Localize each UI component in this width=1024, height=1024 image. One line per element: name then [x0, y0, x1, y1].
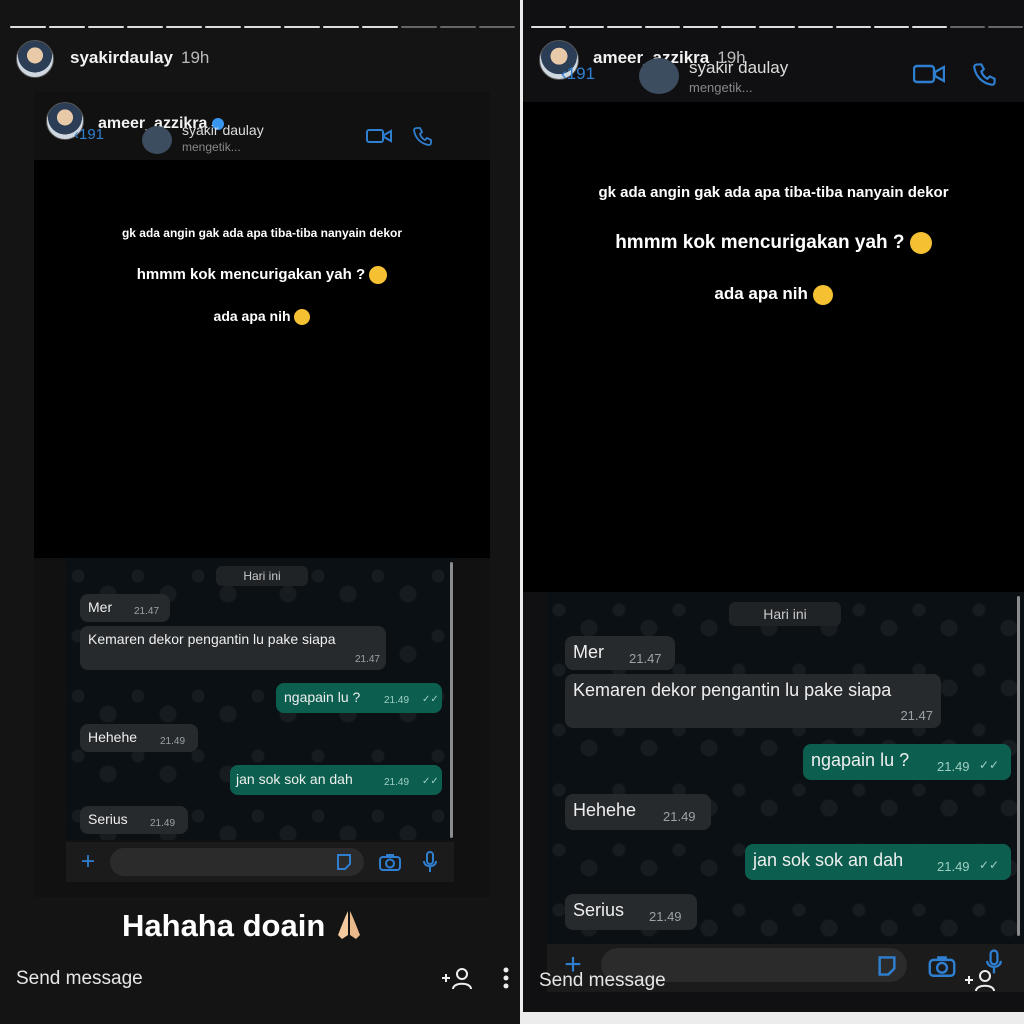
- story-progress-bar: [10, 26, 516, 28]
- message-time: 21.49: [937, 759, 970, 774]
- message-time: 21.49: [150, 818, 176, 829]
- sticker-icon: [875, 954, 899, 978]
- right-story-panel: ameer_azzikra 19h ‹191 syakir daulay meng…: [523, 0, 1024, 1012]
- message-bubble-incoming: Serius 21.49: [565, 894, 697, 930]
- message-time: 21.47: [354, 654, 380, 665]
- scrollbar: [1017, 596, 1020, 936]
- typing-status: mengetik...: [689, 80, 753, 95]
- message-text: Serius: [88, 811, 128, 827]
- phone-icon: [971, 60, 999, 88]
- story-username-text: syakirdaulay: [70, 48, 174, 67]
- video-call-icon: [913, 62, 945, 86]
- phone-icon: [412, 125, 434, 147]
- overlay-line-1: gk ada angin gak ada apa tiba-tiba nanya…: [121, 226, 403, 240]
- overlay-line-1: gk ada angin gak ada apa tiba-tiba nanya…: [598, 184, 949, 201]
- add-person-icon[interactable]: [440, 964, 474, 992]
- text-overlay: gk ada angin gak ada apa tiba-tiba nanya…: [523, 102, 1024, 592]
- message-text: Hehehe: [573, 800, 637, 820]
- double-check-icon: ✓✓: [422, 776, 439, 787]
- message-time: 21.49: [649, 909, 682, 924]
- text-overlay: gk ada angin gak ada apa tiba-tiba nanya…: [34, 160, 490, 558]
- message-text: Mer: [88, 599, 113, 615]
- mic-icon: [420, 850, 440, 874]
- message-time: 21.47: [629, 651, 662, 666]
- avatar[interactable]: [16, 40, 54, 78]
- message-text: ngapain lu ?: [284, 689, 361, 705]
- date-chip: Hari ini: [729, 602, 841, 626]
- back-count: 191: [566, 64, 596, 83]
- message-input: [110, 848, 364, 876]
- double-check-icon: ✓✓: [979, 858, 1000, 872]
- add-person-icon[interactable]: [963, 966, 997, 994]
- more-vertical-icon[interactable]: [496, 964, 516, 992]
- back-button: ‹191: [561, 64, 595, 84]
- send-message-input[interactable]: Send message: [16, 968, 143, 990]
- typing-status: mengetik...: [182, 140, 241, 154]
- camera-icon: [927, 952, 957, 980]
- overlay-line-3-text: ada apa nih: [714, 284, 808, 303]
- message-bubble-incoming: Kemaren dekor pengantin lu pake siapa 21…: [565, 674, 941, 728]
- message-text: Kemaren dekor pengantin lu pake siapa: [573, 680, 892, 700]
- story-time: 19h: [181, 48, 210, 67]
- contact-avatar: [639, 58, 679, 94]
- message-bubble-outgoing: jan sok sok an dah 21.49 ✓✓: [745, 844, 1011, 880]
- camera-icon: [378, 851, 402, 873]
- message-bubble-incoming: Hehehe 21.49: [565, 794, 711, 830]
- plus-icon: +: [80, 848, 95, 875]
- message-bubble-incoming: Mer 21.47: [565, 636, 675, 670]
- message-bubble-outgoing: ngapain lu ? 21.49 ✓✓: [803, 744, 1011, 780]
- overlay-line-2-text: hmmm kok mencurigakan yah ?: [136, 266, 366, 283]
- message-time: 21.49: [937, 859, 970, 874]
- video-call-icon: [366, 126, 392, 146]
- contact-avatar: [142, 126, 172, 154]
- message-time: 21.49: [384, 695, 410, 706]
- scrollbar: [450, 562, 453, 838]
- contact-name: syakir daulay: [689, 58, 789, 77]
- story-caption: Hahaha doain: [122, 908, 364, 944]
- story-progress-bar: [531, 26, 1024, 28]
- story-username[interactable]: syakirdaulay 19h: [70, 48, 209, 68]
- message-bubble-incoming: Serius 21.49: [80, 806, 188, 834]
- overlay-line-3-text: ada apa nih: [213, 308, 291, 324]
- message-text: Hehehe: [88, 729, 138, 745]
- message-time: 21.49: [384, 777, 410, 788]
- message-text: jan sok sok an dah: [753, 850, 904, 870]
- message-bubble-outgoing: jan sok sok an dah 21.49 ✓✓: [230, 765, 442, 795]
- overlay-line-3: ada apa nih: [34, 308, 490, 326]
- message-bubble-incoming: Mer 21.47: [80, 594, 170, 622]
- overlay-line-2-text: hmmm kok mencurigakan yah ?: [615, 232, 905, 254]
- praying-hands-emoji: [334, 909, 364, 941]
- message-text: ngapain lu ?: [811, 750, 910, 770]
- message-bubble-incoming: Hehehe 21.49: [80, 724, 198, 752]
- message-bubble-incoming: Kemaren dekor pengantin lu pake siapa 21…: [80, 626, 386, 670]
- thinking-emoji: [909, 232, 932, 254]
- message-time: 21.49: [160, 736, 186, 747]
- overlay-line-2: hmmm kok mencurigakan yah ?: [34, 266, 490, 285]
- message-time: 21.47: [900, 708, 933, 723]
- left-story-panel: syakirdaulay 19h ‹191 ameer_azzikra syaki…: [0, 0, 520, 1024]
- message-text: Kemaren dekor pengantin lu pake siapa: [88, 631, 336, 647]
- thinking-emoji: [294, 309, 311, 326]
- thinking-emoji: [812, 284, 833, 305]
- overlay-line-3: ada apa nih: [523, 284, 1024, 305]
- double-check-icon: ✓✓: [422, 694, 439, 705]
- date-chip: Hari ini: [216, 566, 308, 586]
- send-message-input[interactable]: Send message: [539, 970, 666, 992]
- story-caption-text: Hahaha doain: [122, 908, 326, 943]
- message-time: 21.47: [134, 606, 160, 617]
- double-check-icon: ✓✓: [979, 758, 1000, 772]
- message-time: 21.49: [663, 809, 696, 824]
- message-text: Serius: [573, 900, 625, 920]
- thinking-emoji: [369, 266, 388, 285]
- message-text: Mer: [573, 642, 604, 662]
- message-text: jan sok sok an dah: [236, 771, 353, 787]
- message-bubble-outgoing: ngapain lu ? 21.49 ✓✓: [276, 683, 442, 713]
- sticker-icon: [334, 852, 354, 872]
- contact-name: syakir daulay: [182, 122, 264, 138]
- overlay-line-2: hmmm kok mencurigakan yah ?: [523, 232, 1024, 254]
